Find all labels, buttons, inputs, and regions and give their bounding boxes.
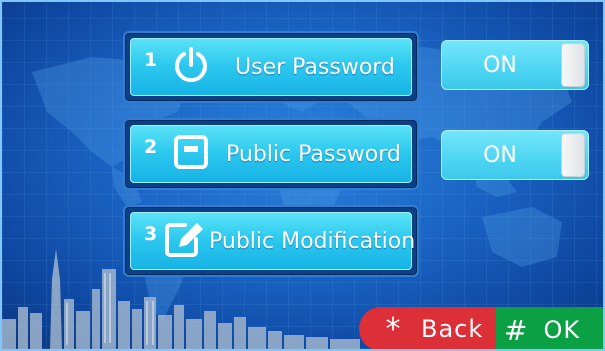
ok-label: OK — [543, 316, 581, 344]
square-card-icon — [173, 134, 209, 174]
back-button[interactable]: * Back — [359, 307, 509, 349]
public-modification-button-face: 3 Public Modification — [130, 212, 416, 270]
edit-pencil-icon — [163, 219, 207, 263]
settings-screen: 1 User Password 2 Public Password 3 Publ… — [0, 0, 605, 351]
menu-label: User Password — [235, 54, 395, 80]
toggle-label: ON — [483, 52, 517, 78]
menu-number: 1 — [144, 49, 158, 71]
user-password-button[interactable]: 1 User Password — [123, 31, 419, 103]
toggle-knob[interactable] — [561, 133, 585, 177]
hash-icon: # — [504, 313, 528, 347]
back-label: Back — [421, 315, 484, 343]
public-password-toggle[interactable]: ON — [441, 130, 589, 180]
menu-number: 2 — [144, 136, 158, 158]
toggle-knob[interactable] — [561, 43, 585, 87]
asterisk-icon: * — [385, 311, 401, 347]
menu-label: Public Password — [226, 141, 401, 167]
public-password-button[interactable]: 2 Public Password — [123, 118, 419, 190]
menu-number: 3 — [144, 223, 158, 245]
power-icon — [171, 45, 211, 89]
public-password-button-face: 2 Public Password — [130, 125, 412, 183]
toggle-label: ON — [483, 142, 517, 168]
user-password-toggle[interactable]: ON — [441, 40, 589, 90]
user-password-button-face: 1 User Password — [130, 38, 412, 96]
ok-button[interactable]: # OK — [496, 307, 603, 349]
public-modification-button[interactable]: 3 Public Modification — [123, 205, 419, 277]
menu-label: Public Modification — [209, 228, 416, 254]
